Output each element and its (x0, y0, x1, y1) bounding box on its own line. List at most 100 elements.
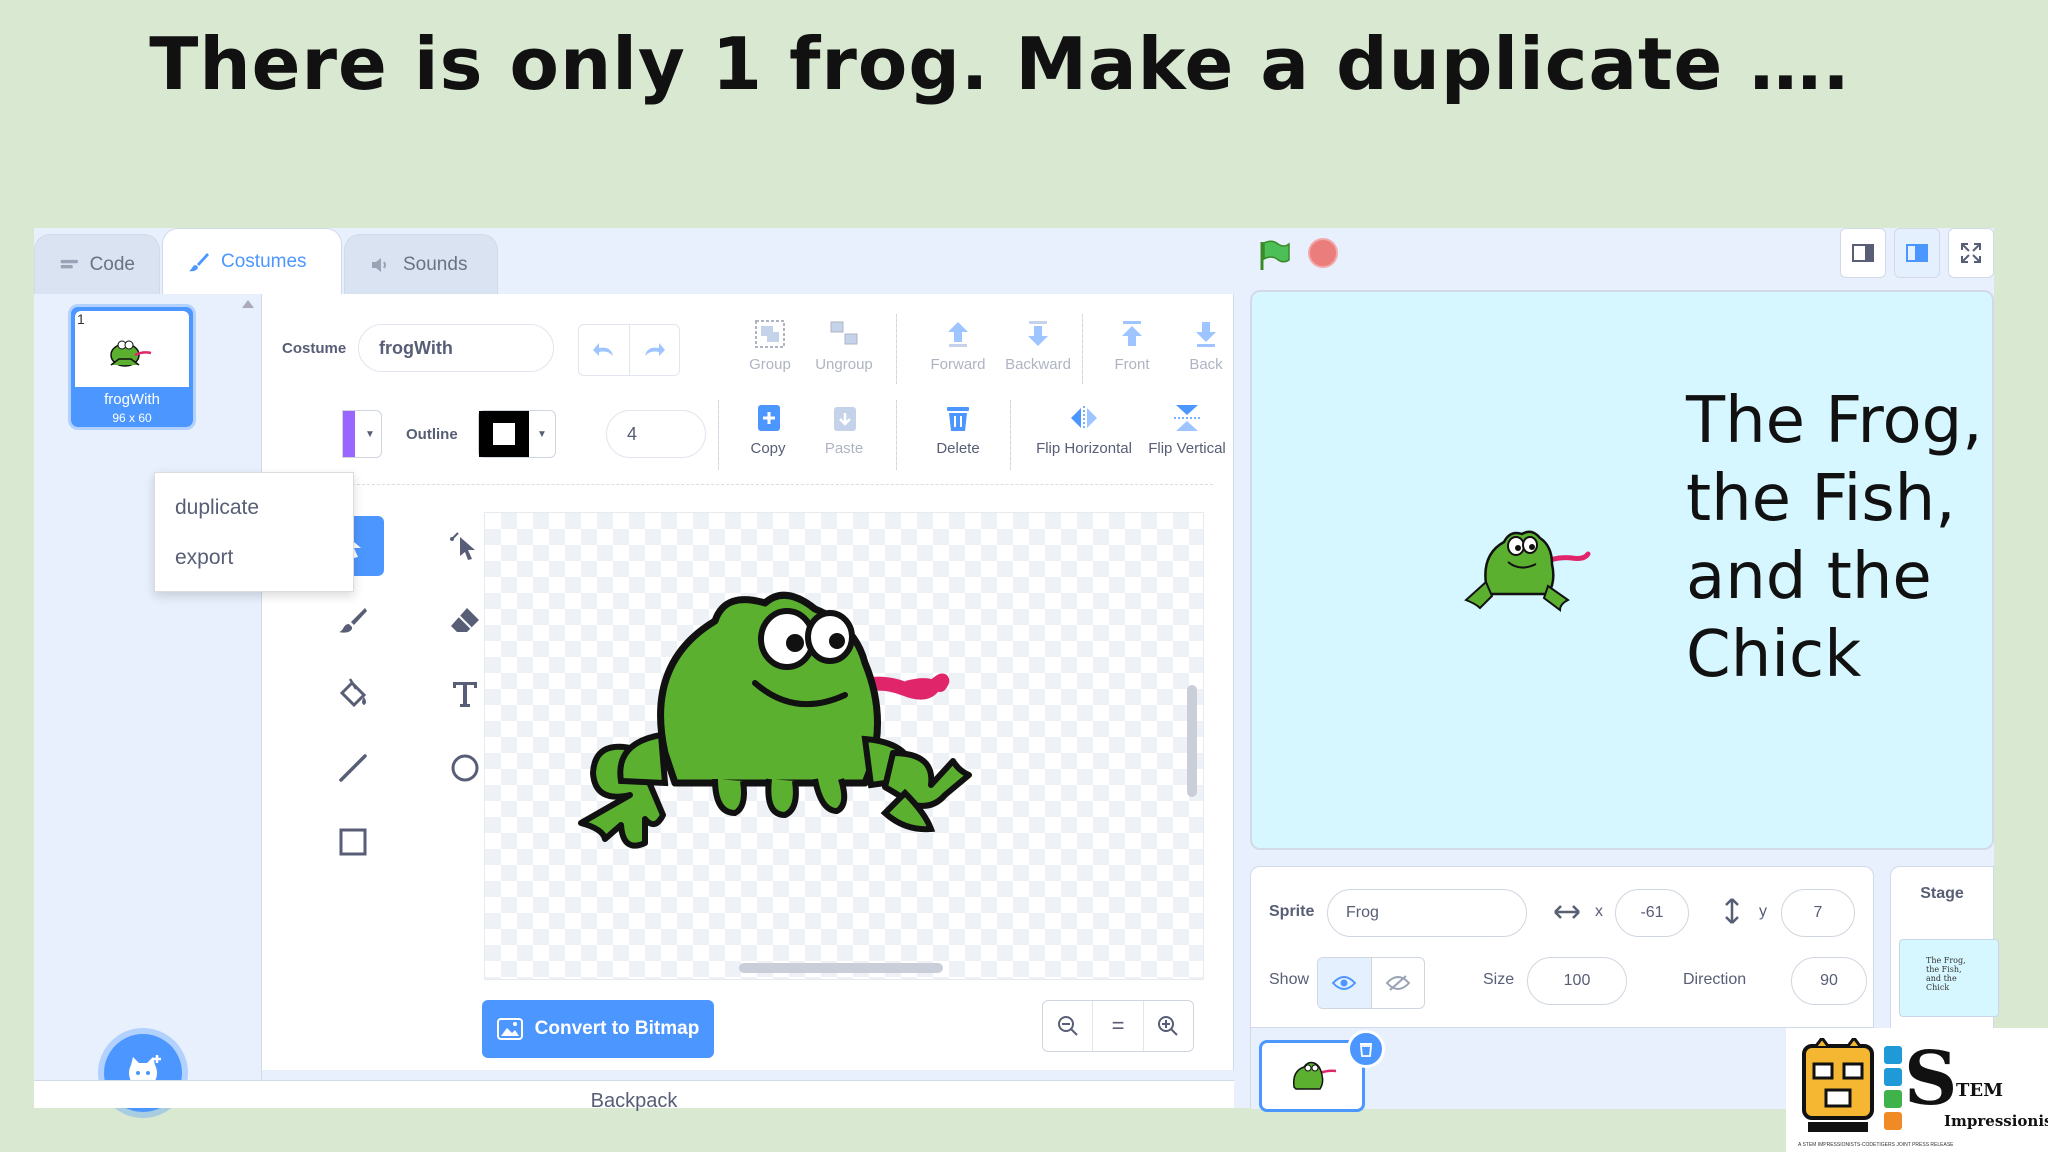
forward-button[interactable]: Forward (918, 318, 998, 373)
paint-editor: Costume frogWith Group Ungroup Forward B… (262, 294, 1234, 1070)
undo-redo-group (578, 324, 680, 376)
stage-thumbnail[interactable]: The Frog, the Fish, and the Chick (1899, 939, 1999, 1017)
direction-input[interactable]: 90 (1791, 957, 1867, 1005)
costume-name-input[interactable]: frogWith (358, 324, 554, 372)
stage[interactable]: The Frog, the Fish, and the Chick (1250, 290, 1994, 850)
undo-button[interactable] (579, 325, 629, 375)
group-button[interactable]: Group (730, 318, 810, 373)
green-flag-icon[interactable] (1256, 238, 1292, 274)
copy-button[interactable]: Copy (728, 402, 808, 457)
text-t-icon (453, 682, 477, 707)
zoom-in-button[interactable] (1142, 1001, 1193, 1051)
stem-impressionists-logo: S TEM Impressionists A STEM IMPRESSIONIS… (1786, 1028, 2048, 1152)
tab-code[interactable]: Code (34, 234, 160, 294)
sprite-list (1251, 1027, 1873, 1112)
frog-sprite[interactable] (1456, 516, 1606, 616)
zoom-out-icon (1057, 1016, 1078, 1036)
toolbar-divider (896, 400, 897, 470)
backward-button[interactable]: Backward (998, 318, 1078, 373)
outline-color-picker[interactable]: ▼ (478, 410, 556, 458)
outline-swatch (479, 411, 529, 457)
group-icon (755, 320, 785, 348)
scroll-up-arrow-icon[interactable] (242, 300, 254, 308)
brush-tool[interactable] (322, 590, 384, 650)
show-hidden-button[interactable] (1370, 958, 1425, 1008)
delete-sprite-button[interactable] (1347, 1030, 1385, 1068)
drawing-canvas[interactable] (484, 512, 1204, 980)
y-input[interactable]: 7 (1781, 889, 1855, 937)
canvas-vertical-scrollbar[interactable] (1187, 685, 1197, 797)
costume-label: Costume (282, 340, 347, 357)
y-label: y (1759, 903, 1767, 920)
brush-icon (189, 252, 209, 271)
line-icon (339, 754, 367, 782)
vertical-arrows-icon (1725, 898, 1739, 924)
normal-stage-button[interactable] (1894, 228, 1940, 278)
flip-vertical-button[interactable]: Flip Vertical (1142, 402, 1232, 457)
reshape-icon (450, 532, 475, 560)
paste-button[interactable]: Paste (804, 402, 884, 457)
costume-item[interactable]: 1 frogWith 96 x 60 (68, 304, 196, 430)
eye-icon (1332, 976, 1357, 990)
line-tool[interactable] (322, 738, 384, 798)
front-button[interactable]: Front (1092, 318, 1172, 373)
back-button[interactable]: Back (1166, 318, 1246, 373)
zoom-controls: = (1042, 1000, 1194, 1052)
horizontal-arrows-icon (1554, 905, 1580, 919)
toolbar-divider (1082, 314, 1083, 384)
tab-sounds[interactable]: Sounds (344, 234, 498, 294)
delete-button[interactable]: Delete (918, 402, 998, 457)
costume-size: 96 x 60 (112, 411, 152, 425)
x-input[interactable]: -61 (1615, 889, 1689, 937)
fullscreen-button[interactable] (1948, 228, 1994, 278)
backpack-bar[interactable]: Backpack (34, 1080, 1234, 1112)
eye-slash-icon (1385, 975, 1410, 991)
canvas-horizontal-scrollbar[interactable] (739, 963, 943, 973)
sprite-info-pane: Sprite Frog x -61 y 7 Show Size 100 Dire… (1250, 866, 1874, 1112)
sprite-name-input[interactable]: Frog (1327, 889, 1527, 937)
copy-icon (758, 405, 780, 431)
tab-costumes[interactable]: Costumes (162, 228, 342, 294)
context-menu-duplicate[interactable]: duplicate (155, 483, 353, 533)
costume-name: frogWith (104, 391, 160, 408)
zoom-in-icon (1158, 1016, 1179, 1036)
x-label: x (1595, 903, 1603, 920)
show-visible-button[interactable] (1318, 958, 1371, 1008)
fill-swatch (343, 411, 355, 457)
redo-button[interactable] (628, 325, 680, 375)
fill-tool[interactable] (322, 664, 384, 724)
size-label: Size (1483, 971, 1515, 988)
logo-tagline: A STEM IMPRESSIONISTS-CODETIGERS JOINT P… (1798, 1142, 1954, 1148)
paste-icon (834, 407, 856, 431)
logo-bottom-text: Impressionists (1944, 1112, 2048, 1130)
small-stage-button[interactable] (1840, 228, 1886, 278)
tab-costumes-label: Costumes (221, 250, 307, 272)
fill-color-picker[interactable]: ▼ (342, 410, 382, 458)
toolbar-divider (718, 400, 719, 470)
costume-number: 1 (77, 311, 85, 327)
logo-s-letter: S (1904, 1036, 1958, 1122)
tab-sounds-label: Sounds (403, 253, 468, 275)
stage-size-controls (1840, 228, 1994, 278)
normal-stage-icon (1906, 244, 1928, 262)
direction-label: Direction (1683, 971, 1747, 988)
zoom-reset-button[interactable]: = (1092, 1001, 1142, 1051)
scratch-editor: Code Costumes Sounds 1 frogWith 96 x 60 (34, 228, 1999, 1112)
forward-icon (948, 322, 968, 347)
zoom-out-button[interactable] (1043, 1001, 1092, 1051)
convert-to-bitmap-button[interactable]: Convert to Bitmap (482, 1000, 714, 1058)
outline-width-input[interactable]: 4 (606, 410, 706, 458)
logo-top-text: TEM (1956, 1080, 2004, 1101)
rectangle-tool[interactable] (322, 812, 384, 872)
frog-thumb-icon (1292, 1061, 1337, 1090)
stop-button[interactable] (1308, 238, 1338, 268)
flip-vertical-icon (1174, 405, 1200, 431)
flip-horizontal-button[interactable]: Flip Horizontal (1024, 402, 1144, 457)
fullscreen-icon (1961, 243, 1981, 263)
front-icon (1122, 321, 1142, 346)
dropdown-arrow-icon: ▼ (365, 428, 375, 440)
size-input[interactable]: 100 (1527, 957, 1627, 1005)
code-icon (60, 259, 78, 268)
ungroup-button[interactable]: Ungroup (804, 318, 884, 373)
context-menu-export[interactable]: export (155, 533, 353, 583)
